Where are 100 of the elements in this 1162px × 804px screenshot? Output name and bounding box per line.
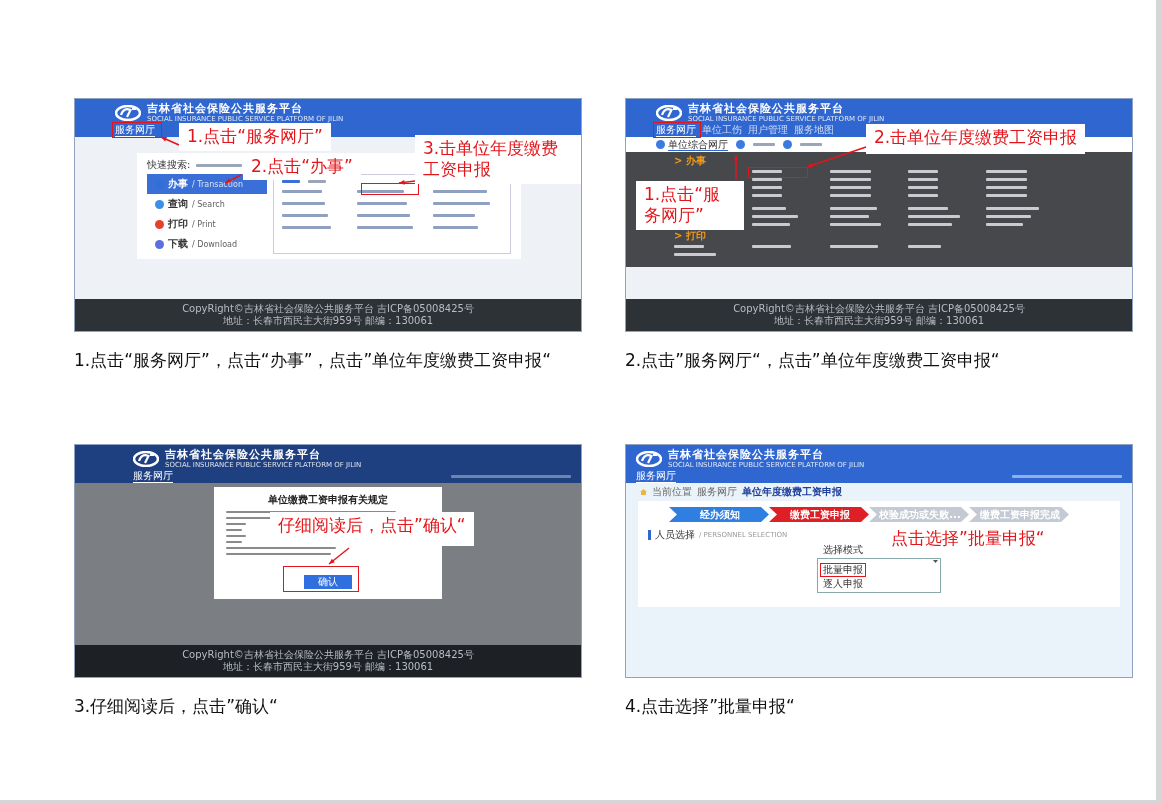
blurred-link[interactable] <box>908 186 938 189</box>
nav-item[interactable]: 服务网厅 <box>133 469 173 483</box>
mode-select[interactable]: 批量申报 逐人申报 <box>817 558 941 593</box>
logo-icon <box>133 450 159 467</box>
blurred-link[interactable] <box>986 207 1039 210</box>
blurred-link[interactable] <box>830 207 877 210</box>
confirm-button[interactable]: 确认 <box>304 575 352 589</box>
blurred-link[interactable] <box>282 214 328 217</box>
section-title: > 打印 <box>674 230 707 241</box>
blurred-link[interactable] <box>986 186 1027 189</box>
home-icon <box>640 489 647 495</box>
blurred-link[interactable] <box>282 226 331 229</box>
blurred-link[interactable] <box>674 253 716 256</box>
blurred-link[interactable] <box>752 194 782 197</box>
nav-item[interactable]: 单位工伤 <box>702 123 742 137</box>
site-title: 吉林省社会保险公共服务平台 <box>147 102 304 115</box>
blurred-link[interactable] <box>357 226 414 229</box>
highlight-frame <box>653 122 701 138</box>
menu-item[interactable]: 打印 / Print <box>147 214 267 234</box>
blurred-link[interactable] <box>830 186 871 189</box>
blurred-link[interactable] <box>432 202 490 205</box>
select-option[interactable]: 逐人申报 <box>820 577 866 591</box>
blurred-tab[interactable] <box>282 180 300 183</box>
field-label: 选择模式 <box>823 544 863 556</box>
blurred-link[interactable] <box>830 170 871 173</box>
blurred-link[interactable] <box>752 223 790 226</box>
callout-text: 点击选择”批量申报“ <box>890 527 1046 550</box>
blurred-link[interactable] <box>752 178 782 181</box>
blurred-link[interactable] <box>908 194 938 197</box>
section-title: 人员选择 <box>655 528 695 542</box>
tab-icon <box>656 140 665 149</box>
callout-text: 1.点击“服务网厅” <box>636 181 744 230</box>
footer-text: CopyRight©吉林省社会保险公共服务平台 吉ICP备05008425号 <box>182 303 474 315</box>
step-caption: 1.点击“服务网厅”，点击“办事”，点击”单位年度缴费工资申报“ <box>74 349 553 372</box>
blurred-link[interactable] <box>282 202 325 205</box>
arrow <box>733 154 739 181</box>
arrow <box>806 146 867 168</box>
blurred-link[interactable] <box>986 223 1023 226</box>
breadcrumb-item[interactable]: 当前位置 <box>652 486 692 498</box>
blurred-link[interactable] <box>986 194 1027 197</box>
blurred-link[interactable] <box>908 207 948 210</box>
step-caption: 2.点击”服务网厅“，点击”单位年度缴费工资申报“ <box>625 349 1001 372</box>
blurred-link[interactable] <box>830 194 871 197</box>
blurred-link[interactable] <box>752 186 782 189</box>
blurred-link[interactable] <box>752 207 786 210</box>
section-title: > 办事 <box>674 155 707 166</box>
blurred-link[interactable] <box>908 178 938 181</box>
blurred-tab[interactable] <box>308 180 326 183</box>
nav-item[interactable]: 服务地图 <box>794 123 834 137</box>
nav-item[interactable]: 服务网厅 <box>636 469 676 483</box>
blurred-link[interactable] <box>752 170 782 173</box>
blurred-link[interactable] <box>752 215 798 218</box>
blurred-link[interactable] <box>357 214 411 217</box>
tab-icon <box>783 140 792 149</box>
callout-text: 仔细阅读后，点击”确认“ <box>270 512 474 546</box>
nav-item[interactable]: 服务网厅 <box>656 123 696 137</box>
site-title: 吉林省社会保险公共服务平台 <box>165 448 322 461</box>
blurred-link[interactable] <box>986 215 1031 218</box>
footer-text: CopyRight©吉林省社会保险公共服务平台 吉ICP备05008425号 <box>733 303 1025 315</box>
blurred-link[interactable] <box>908 170 938 173</box>
step-caption: 4.点击选择”批量申报“ <box>625 695 796 718</box>
blurred-link[interactable] <box>830 215 869 218</box>
arrow <box>160 136 180 146</box>
blurred-link[interactable] <box>986 178 1027 181</box>
nav-item[interactable]: 用户管理 <box>748 123 788 137</box>
menu-item[interactable]: 查询 / Search <box>147 194 267 214</box>
blurred-link[interactable] <box>986 170 1027 173</box>
blurred-tab[interactable] <box>800 143 822 146</box>
footer-text: 地址：长春市西民主大街959号 邮编：130061 <box>222 661 434 673</box>
blurred-link[interactable] <box>432 226 478 229</box>
site-title: 吉林省社会保险公共服务平台 <box>688 102 845 115</box>
blurred-link[interactable] <box>674 245 704 248</box>
callout-text: 1.点击“服务网厅” <box>179 123 331 151</box>
site-title: 吉林省社会保险公共服务平台 <box>668 448 825 461</box>
progress-step: 校验成功或失败... <box>869 507 969 522</box>
blurred-link[interactable] <box>830 223 881 226</box>
blurred-link[interactable] <box>432 214 475 217</box>
blurred-link[interactable] <box>830 178 871 181</box>
blurred-tab[interactable] <box>753 143 775 146</box>
blurred-link[interactable] <box>908 245 941 248</box>
dialog-title: 单位缴费工资申报有关规定 <box>268 493 388 507</box>
blurred-link[interactable] <box>357 190 405 193</box>
blurred-link[interactable] <box>357 202 408 205</box>
logo-icon <box>115 104 141 121</box>
menu-item[interactable]: 办事 / Transaction <box>147 174 267 194</box>
blurred-link[interactable] <box>752 245 791 248</box>
nav-item[interactable]: 服务网厅 <box>115 123 155 137</box>
menu-item[interactable]: 下载 / Download <box>147 234 267 254</box>
blurred-link[interactable] <box>282 190 322 193</box>
step-caption: 3.仔细阅读后，点击”确认“ <box>74 695 279 718</box>
blurred-link[interactable] <box>432 190 487 193</box>
search-label: 快速搜索: <box>147 159 191 171</box>
blurred-link[interactable] <box>908 223 952 226</box>
blurred-link[interactable] <box>908 215 960 218</box>
select-option[interactable]: 批量申报 <box>820 563 866 577</box>
sub-tab[interactable]: 单位综合网厅 <box>656 138 728 151</box>
blurred-link[interactable] <box>830 245 878 248</box>
search-field[interactable] <box>196 163 243 167</box>
caret-icon <box>933 560 938 563</box>
breadcrumb-item[interactable]: 服务网厅 <box>697 486 737 498</box>
